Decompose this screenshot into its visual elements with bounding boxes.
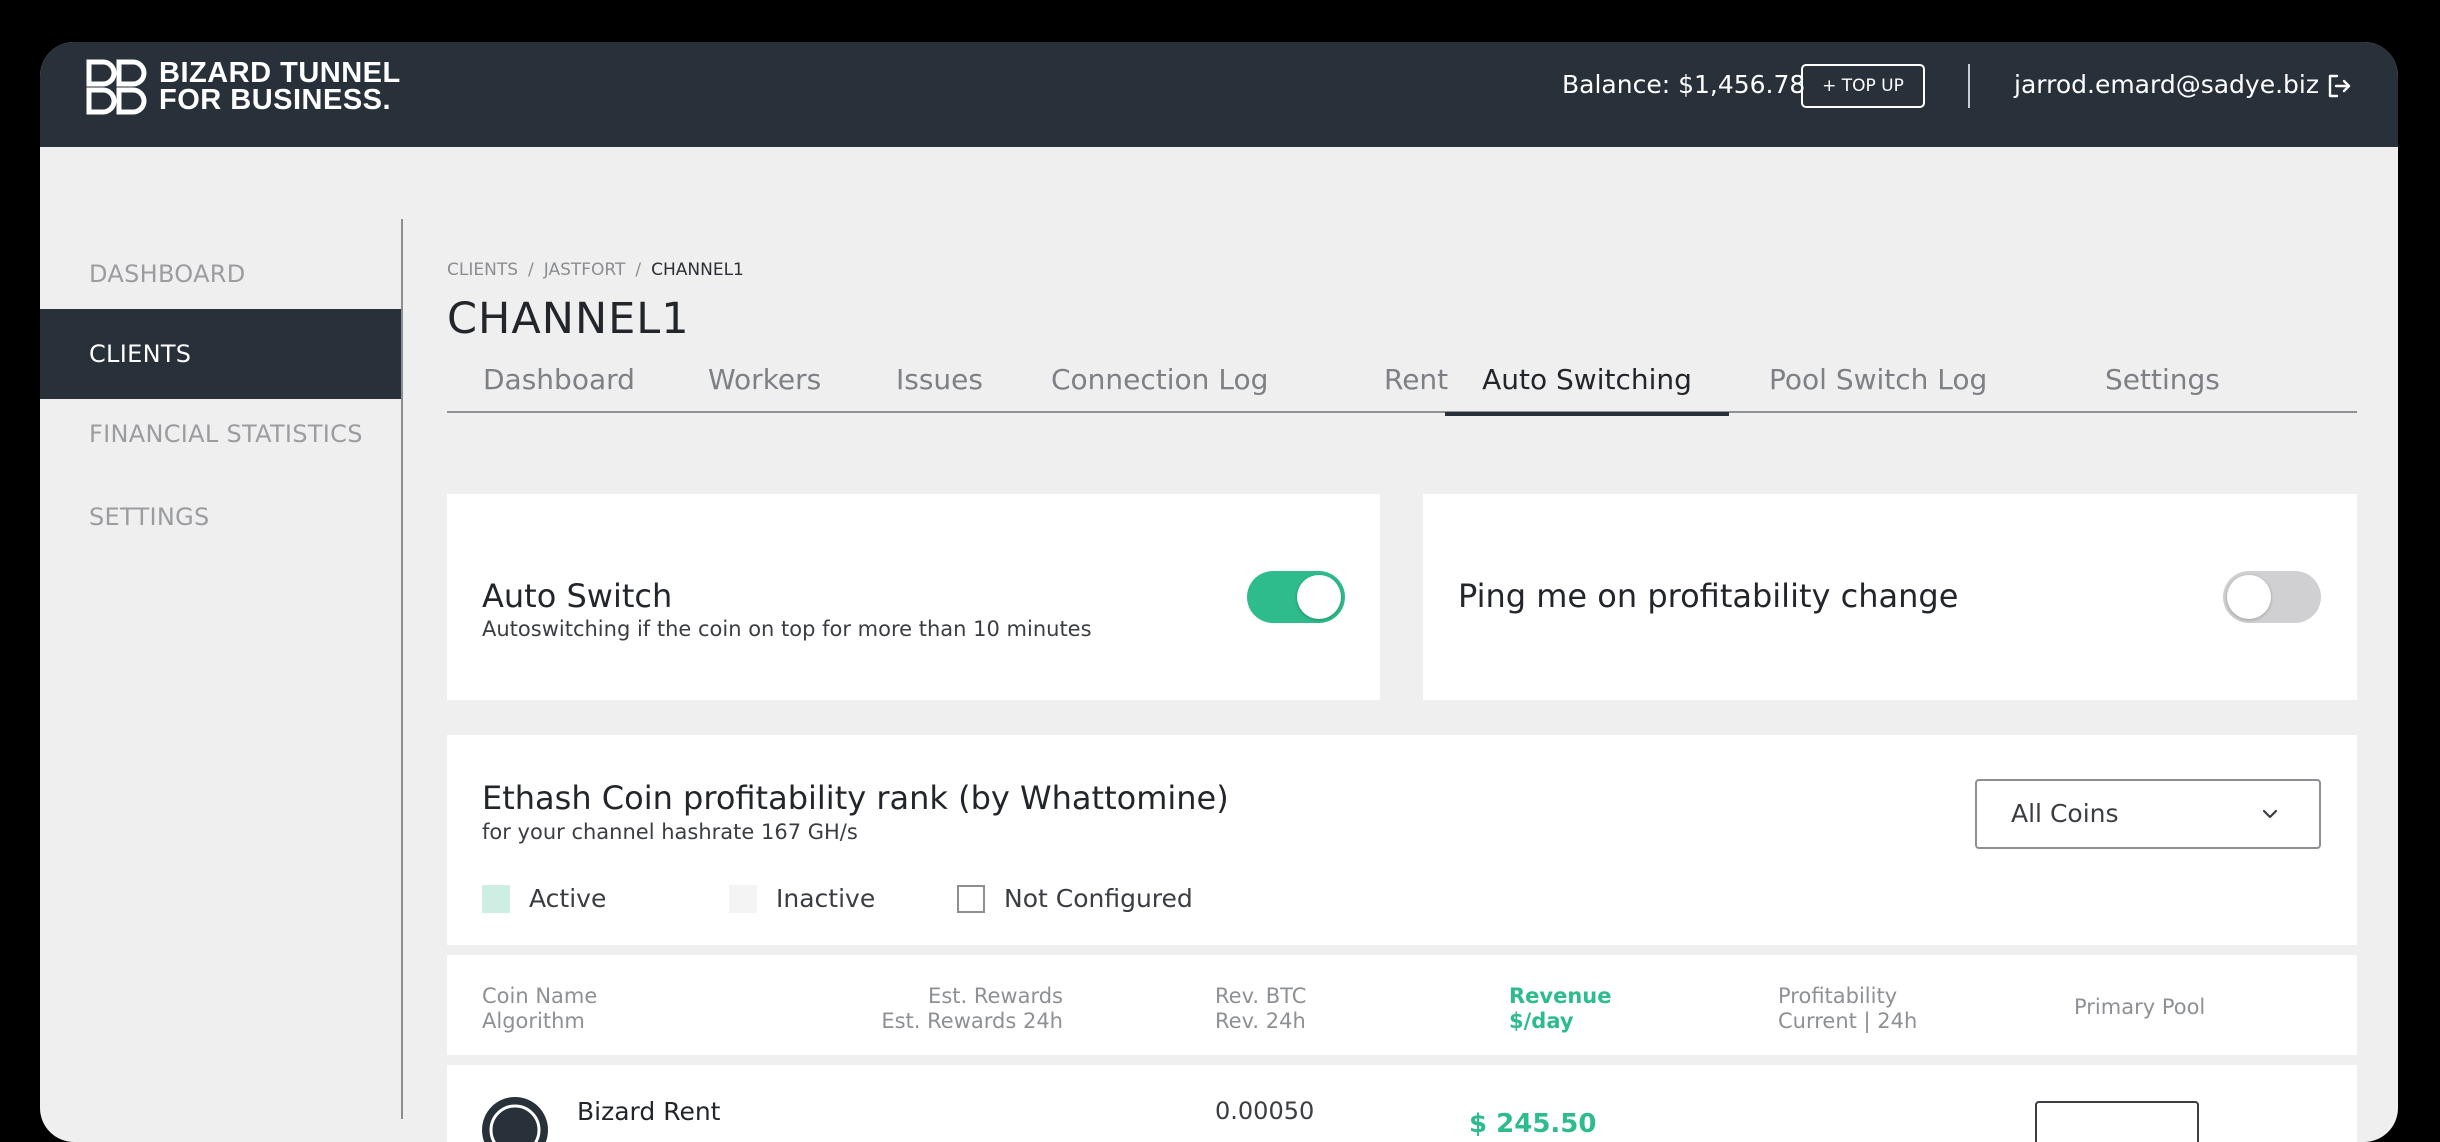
top-bar: BIZARD TUNNEL FOR BUSINESS. Balance: $1,… — [40, 42, 2398, 147]
brand-logo[interactable]: BIZARD TUNNEL FOR BUSINESS. — [85, 58, 401, 116]
column-header-profitability[interactable]: Profitability Current | 24h — [1778, 984, 1917, 1034]
ping-title: Ping me on profitability change — [1458, 577, 1959, 615]
sidebar: DASHBOARD CLIENTS FINANCIAL STATISTICS S… — [40, 147, 402, 1142]
tab-rent[interactable]: Rent — [1384, 362, 1448, 413]
revenue-value: $ 245.50 — [1469, 1109, 1597, 1139]
column-header-est-rewards: Est. Rewards — [928, 984, 1063, 1008]
tab-settings[interactable]: Settings — [2105, 362, 2220, 413]
chevron-down-icon — [2262, 809, 2278, 819]
column-header-rev[interactable]: Rev. BTC Rev. 24h — [1215, 984, 1306, 1034]
breadcrumb-separator: / — [528, 260, 534, 280]
column-header-est-rewards-24h: Est. Rewards 24h — [881, 1009, 1063, 1033]
coin-logo-icon — [482, 1097, 548, 1142]
column-header-revenue-label: Revenue — [1509, 984, 1612, 1008]
legend-swatch-not-configured — [957, 884, 985, 913]
auto-switch-toggle[interactable] — [1247, 571, 1345, 623]
sidebar-item-financial-statistics[interactable]: FINANCIAL STATISTICS — [40, 389, 402, 479]
logout-icon[interactable] — [2325, 72, 2353, 100]
coin-filter-value: All Coins — [2011, 799, 2119, 828]
auto-switch-title: Auto Switch — [482, 577, 673, 615]
tab-connection-log[interactable]: Connection Log — [1051, 362, 1268, 413]
column-header-revenue[interactable]: Revenue $/day — [1509, 984, 1612, 1034]
legend-label: Not Configured — [1004, 884, 1193, 913]
column-header-current-24h: Current | 24h — [1778, 1009, 1918, 1033]
breadcrumb-item-clients[interactable]: CLIENTS — [447, 260, 518, 280]
page-title: CHANNEL1 — [447, 294, 690, 344]
column-header-rev-btc: Rev. BTC — [1215, 984, 1307, 1008]
tab-issues[interactable]: Issues — [896, 362, 983, 413]
legend-inactive: Inactive — [729, 884, 875, 913]
rank-subtitle: for your channel hashrate 167 GH/s — [482, 820, 858, 844]
column-header-rewards[interactable]: Est. Rewards Est. Rewards 24h — [877, 984, 1063, 1034]
logo-text: BIZARD TUNNEL FOR BUSINESS. — [159, 57, 401, 116]
table-header: Coin Name Algorithm Est. Rewards Est. Re… — [447, 955, 2357, 1055]
legend-swatch-active — [482, 884, 510, 913]
user-email[interactable]: jarrod.emard@sadye.biz — [2014, 70, 2319, 100]
auto-switch-card: Auto Switch Autoswitching if the coin on… — [447, 494, 1380, 700]
sidebar-item-clients[interactable]: CLIENTS — [40, 309, 402, 399]
legend-active: Active — [482, 884, 606, 913]
toggle-knob — [1297, 575, 1341, 619]
column-header-algorithm: Algorithm — [482, 1009, 585, 1033]
legend-label: Active — [529, 884, 607, 913]
logo-line-2: FOR BUSINESS. — [159, 84, 392, 116]
header-divider — [1968, 64, 1970, 108]
breadcrumb-item-current: CHANNEL1 — [651, 260, 744, 280]
tab-workers[interactable]: Workers — [708, 362, 821, 413]
breadcrumb-item-jastfort[interactable]: JASTFORT — [544, 260, 626, 280]
column-header-coin[interactable]: Coin Name Algorithm — [482, 984, 597, 1034]
column-header-coin-name: Coin Name — [482, 984, 598, 1008]
tab-auto-switching[interactable]: Auto Switching — [1445, 362, 1729, 416]
auto-switch-subtitle: Autoswitching if the coin on top for mor… — [482, 617, 1092, 641]
breadcrumb: CLIENTS / JASTFORT / CHANNEL1 — [447, 260, 744, 280]
column-header-primary-pool[interactable]: Primary Pool — [2074, 995, 2205, 1020]
ping-toggle[interactable] — [2223, 571, 2321, 623]
sidebar-item-dashboard[interactable]: DASHBOARD — [40, 229, 402, 319]
toggle-knob — [2227, 575, 2271, 619]
coin-name: Bizard Rent — [577, 1097, 721, 1126]
legend-swatch-inactive — [729, 884, 757, 913]
legend-label: Inactive — [776, 884, 876, 913]
breadcrumb-separator: / — [635, 260, 642, 280]
tab-pool-switch-log[interactable]: Pool Switch Log — [1769, 362, 1987, 413]
primary-pool-button[interactable] — [2035, 1101, 2199, 1142]
sidebar-divider — [401, 219, 403, 1119]
coin-filter-select[interactable]: All Coins — [1975, 779, 2321, 849]
logo-line-1: BIZARD TUNNEL — [159, 57, 401, 89]
profitability-rank-card: Ethash Coin profitability rank (by Whatt… — [447, 735, 2357, 945]
ping-card: Ping me on profitability change — [1423, 494, 2357, 700]
sidebar-item-settings[interactable]: SETTINGS — [40, 472, 402, 562]
app-window: BIZARD TUNNEL FOR BUSINESS. Balance: $1,… — [40, 42, 2398, 1142]
column-header-profitability-label: Profitability — [1778, 984, 1898, 1008]
legend-not-configured: Not Configured — [957, 884, 1193, 913]
rank-title: Ethash Coin profitability rank (by Whatt… — [482, 779, 1229, 817]
column-header-per-day: $/day — [1509, 1009, 1574, 1033]
tab-dashboard[interactable]: Dashboard — [483, 362, 635, 413]
rev-btc-value: 0.00050 — [1215, 1097, 1315, 1125]
table-row[interactable]: Bizard Rent 0.00050 $ 245.50 — [447, 1065, 2357, 1142]
column-header-rev-24h: Rev. 24h — [1215, 1009, 1306, 1033]
tab-bar: Dashboard Workers Issues Connection Log … — [447, 362, 2357, 416]
balance-text: Balance: $1,456.78 — [1562, 70, 1806, 99]
logo-mark-icon — [86, 59, 147, 115]
top-up-button[interactable]: + TOP UP — [1801, 64, 1925, 108]
